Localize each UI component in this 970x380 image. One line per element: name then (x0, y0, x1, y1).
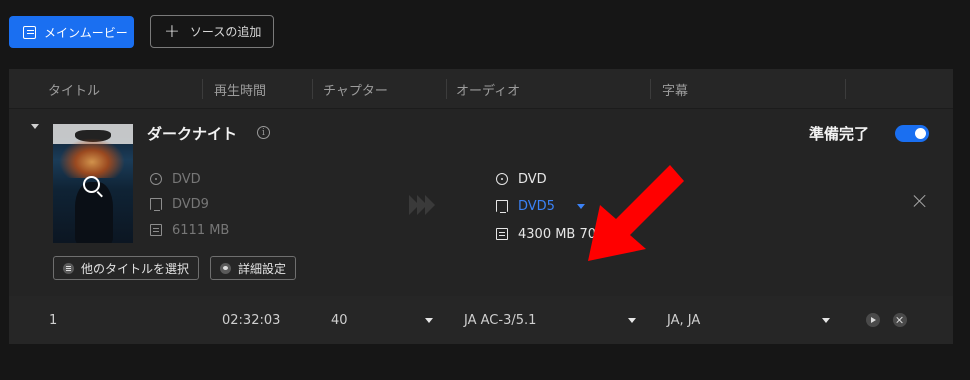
advanced-settings-label: 詳細設定 (238, 261, 287, 276)
format-icon (496, 200, 508, 213)
source-format-line: DVD9 (150, 196, 209, 212)
title-item: ダークナイト i DVD DVD9 6111 MB DVD DVD5 4300 … (9, 109, 953, 295)
row-title-number: 1 (49, 312, 58, 328)
title-list-panel: タイトル 再生時間 チャプター オーディオ 字幕 ダークナイト i DVD DV… (9, 69, 953, 344)
column-title: タイトル (48, 83, 101, 99)
output-type: DVD (518, 171, 547, 187)
source-size-line: 6111 MB (150, 222, 229, 238)
size-icon (150, 224, 162, 236)
status-label: 準備完了 (809, 125, 870, 143)
movie-title: ダークナイト (147, 125, 238, 143)
top-toolbar: メインムービー + ソースの追加 (0, 0, 970, 62)
list-icon (63, 262, 74, 274)
select-other-titles-label: 他のタイトルを選択 (81, 261, 190, 276)
info-icon[interactable]: i (257, 126, 270, 139)
format-icon (150, 198, 162, 211)
chevron-down-icon (822, 317, 830, 323)
close-icon[interactable] (913, 194, 927, 208)
subtitle-dropdown[interactable] (822, 296, 830, 344)
magnifier-icon[interactable] (83, 176, 100, 193)
column-divider (845, 79, 846, 99)
column-divider (312, 79, 313, 99)
output-disc-line: DVD (496, 171, 547, 187)
main-movie-label: メインムービー (44, 25, 128, 40)
collapse-triangle-icon[interactable] (31, 124, 39, 129)
movie-poster[interactable] (53, 124, 133, 243)
main-movie-button[interactable]: メインムービー (9, 16, 134, 48)
source-format: DVD9 (172, 196, 209, 212)
column-chapter: チャプター (323, 83, 388, 99)
settings-icon (220, 262, 231, 274)
row-chapter: 40 (331, 312, 348, 328)
output-format: DVD5 (518, 198, 555, 214)
ready-toggle[interactable] (895, 125, 929, 142)
audio-dropdown[interactable] (628, 296, 636, 344)
convert-arrow-icon (409, 195, 435, 215)
disc-icon (496, 173, 508, 185)
chevron-down-icon (628, 317, 636, 323)
column-header-row: タイトル 再生時間 チャプター オーディオ 字幕 (9, 69, 953, 109)
chapter-dropdown[interactable] (425, 296, 433, 344)
row-duration: 02:32:03 (222, 312, 281, 328)
add-source-button[interactable]: + ソースの追加 (150, 15, 274, 48)
preview-button[interactable] (866, 296, 880, 344)
close-icon (893, 313, 907, 327)
row-subtitle: JA, JA (667, 312, 701, 328)
play-icon (866, 313, 880, 327)
main-movie-icon (23, 25, 36, 39)
column-audio: オーディオ (456, 83, 521, 99)
plus-icon: + (164, 20, 180, 42)
column-duration: 再生時間 (214, 83, 267, 99)
disc-icon (150, 173, 162, 185)
advanced-settings-button[interactable]: 詳細設定 (210, 256, 297, 280)
column-divider (446, 79, 447, 99)
column-divider (650, 79, 651, 99)
red-arrow-icon (588, 165, 684, 261)
chevron-down-icon[interactable] (576, 203, 585, 209)
chevron-down-icon (425, 317, 433, 323)
source-type: DVD (172, 171, 201, 187)
add-source-label: ソースの追加 (189, 25, 262, 39)
select-other-titles-button[interactable]: 他のタイトルを選択 (53, 256, 200, 280)
output-format-dropdown[interactable]: DVD5 (496, 198, 585, 214)
row-audio: JA AC-3/5.1 (464, 312, 537, 328)
source-disc-line: DVD (150, 171, 201, 187)
remove-row-button[interactable] (893, 296, 907, 344)
size-icon (496, 228, 508, 240)
source-size: 6111 MB (172, 222, 230, 238)
column-subtitle: 字幕 (662, 83, 689, 99)
poster-fire (59, 138, 125, 178)
column-divider (202, 79, 203, 99)
table-row[interactable]: 1 02:32:03 40 JA AC-3/5.1 JA, JA (9, 296, 953, 344)
